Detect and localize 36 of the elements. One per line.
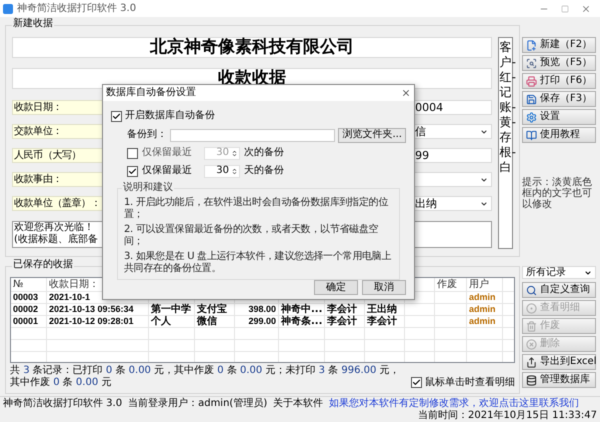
unit-label: 次的备份: [244, 148, 284, 158]
table-cell: 398.00: [248, 305, 276, 314]
status-text: 神奇简洁收据打印软件 3.0: [3, 398, 122, 410]
field-label: 备份到：: [127, 130, 167, 140]
dialog-title: 数据库自动备份设置: [106, 88, 197, 98]
note-text: 2. 可以设置保留最近备份的次数，或者天数，以节省磁盘空间；: [124, 224, 380, 248]
table-cell: 神奇条...: [281, 316, 322, 326]
table-cell: 李会计: [367, 316, 397, 326]
table-cell: 支付宝: [197, 304, 227, 314]
current-time: 当前时间：2021年10月15日 11:33:47: [418, 410, 597, 422]
table-cell: admin: [469, 317, 496, 326]
table-cell: 神奇中...: [281, 304, 322, 314]
table-cell: 2021-10-12 09:28:01: [49, 317, 134, 326]
table-cell: 第一中学: [151, 304, 191, 314]
group-title: 已保存的收据: [12, 260, 74, 270]
note-text: 3. 如果您是在 U 盘上运行本软件，建议您选择一个常用电脑上共同存在的备份位置。: [124, 251, 392, 275]
table-cell: 王出纳: [367, 304, 397, 314]
table-cell: 00002: [13, 305, 38, 314]
table-cell: 2021-10-1: [49, 293, 90, 302]
copies-strip: 客户-红-记账-黄-存根-白: [498, 37, 513, 249]
group-title: 说明和建议: [122, 183, 174, 193]
table-cell: 李会计: [327, 316, 357, 326]
table-cell: 00003: [13, 293, 38, 302]
group-title: 新建收据: [12, 19, 54, 29]
tip-text: 提示：淡黄底色框内的文字也可以修改: [522, 177, 593, 210]
table-cell: 李会计: [327, 304, 357, 314]
table-cell: admin: [469, 305, 496, 314]
table-cell: admin: [469, 293, 496, 302]
table-cell: 00001: [13, 317, 38, 326]
window-title: 神奇简洁收据打印软件 3.0: [17, 4, 136, 14]
table-cell: 2021-10-13 09:56:34: [49, 305, 134, 314]
table-cell: 299.00: [248, 317, 276, 326]
record-summary: 共 3 条记录：已打印 0 条 0.00 元，其中作废 0 条 0.00 元；未打印 3 条 996.00 元，其中作废 0 条 0.00 元: [10, 365, 401, 389]
status-text: 当前登录用户：admin(管理员): [128, 398, 268, 410]
table-cell: 微信: [197, 316, 217, 326]
table-cell: 个人: [151, 316, 171, 326]
